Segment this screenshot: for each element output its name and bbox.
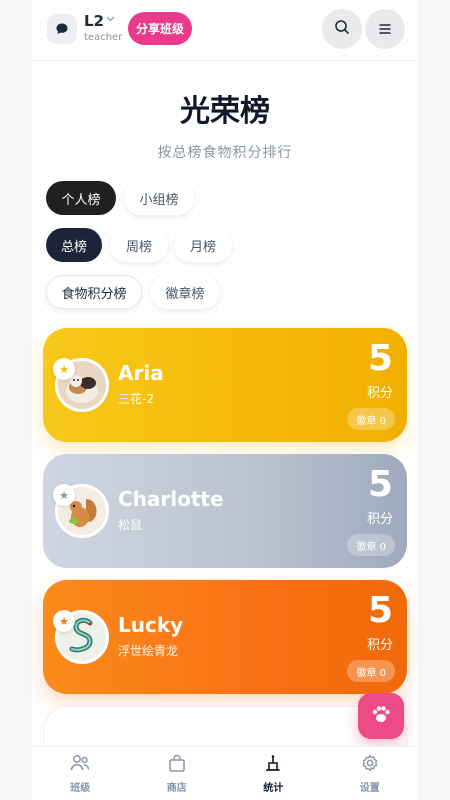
score-value: 5 xyxy=(367,338,393,379)
gear-icon xyxy=(361,754,379,776)
search-button[interactable] xyxy=(322,9,362,49)
badge-count: 徽章 0 xyxy=(347,534,395,556)
shopping-bag-icon xyxy=(168,754,186,776)
app-header: L2 teacher 分享班级 xyxy=(0,0,450,60)
score-unit: 积分 xyxy=(366,638,393,653)
tab-label: 设置 xyxy=(359,782,380,794)
page-subtitle: 按总榜食物积分排行 xyxy=(157,145,293,161)
score-value: 5 xyxy=(367,464,393,505)
filter-overall[interactable]: 总榜 xyxy=(46,228,102,262)
filter-monthly[interactable]: 月榜 xyxy=(174,228,232,262)
paw-action-button[interactable] xyxy=(358,693,404,739)
menu-button[interactable] xyxy=(365,9,405,49)
filter-food-points[interactable]: 食物积分榜 xyxy=(46,275,142,309)
star-icon: ★ xyxy=(53,610,75,632)
class-name[interactable]: L2 xyxy=(84,12,104,30)
tab-label: 商店 xyxy=(166,782,187,794)
header-divider xyxy=(32,60,418,61)
tab-shop[interactable]: 商店 xyxy=(129,747,226,800)
filter-individual[interactable]: 个人榜 xyxy=(46,181,116,215)
score-unit: 积分 xyxy=(366,512,393,527)
score-unit: 积分 xyxy=(366,386,393,401)
leaderboard-card-2[interactable]: ★ Charlotte 松鼠 5 积分 徽章 0 xyxy=(43,454,407,568)
filter-badges[interactable]: 徽章榜 xyxy=(150,275,220,309)
star-icon: ★ xyxy=(53,484,75,506)
pet-name: 三花-2 xyxy=(118,392,154,406)
podium-icon xyxy=(264,754,282,776)
player-name: Aria xyxy=(118,361,164,385)
pet-name: 浮世绘青龙 xyxy=(118,644,179,658)
player-name: Lucky xyxy=(118,613,184,637)
tab-settings[interactable]: 设置 xyxy=(322,747,419,800)
tab-class[interactable]: 班级 xyxy=(32,747,129,800)
users-icon xyxy=(70,754,90,776)
menu-icon xyxy=(378,20,392,39)
tab-label: 统计 xyxy=(263,782,284,794)
tab-stats[interactable]: 统计 xyxy=(225,747,322,800)
badge-count: 徽章 0 xyxy=(347,660,395,682)
chat-bubble-icon[interactable] xyxy=(47,14,77,44)
paw-icon xyxy=(370,703,392,730)
search-icon xyxy=(334,19,350,39)
badge-count: 徽章 0 xyxy=(347,408,395,430)
chevron-down-icon[interactable] xyxy=(106,15,115,25)
page-title: 光荣榜 xyxy=(180,94,270,129)
filter-weekly[interactable]: 周榜 xyxy=(110,228,168,262)
filter-group[interactable]: 小组榜 xyxy=(124,181,194,215)
leaderboard-card-3[interactable]: ★ Lucky 浮世绘青龙 5 积分 徽章 0 xyxy=(43,580,407,694)
tab-label: 班级 xyxy=(70,782,91,794)
score-value: 5 xyxy=(367,590,393,631)
star-icon: ★ xyxy=(53,358,75,380)
share-class-button[interactable]: 分享班级 xyxy=(128,12,192,45)
bottom-tab-bar: 班级 商店 统计 设置 xyxy=(32,746,418,800)
leaderboard-card-1[interactable]: ★ Aria 三花-2 5 积分 徽章 0 xyxy=(43,328,407,442)
pet-name: 松鼠 xyxy=(118,518,143,532)
player-name: Charlotte xyxy=(118,487,224,511)
user-role: teacher xyxy=(84,32,123,43)
